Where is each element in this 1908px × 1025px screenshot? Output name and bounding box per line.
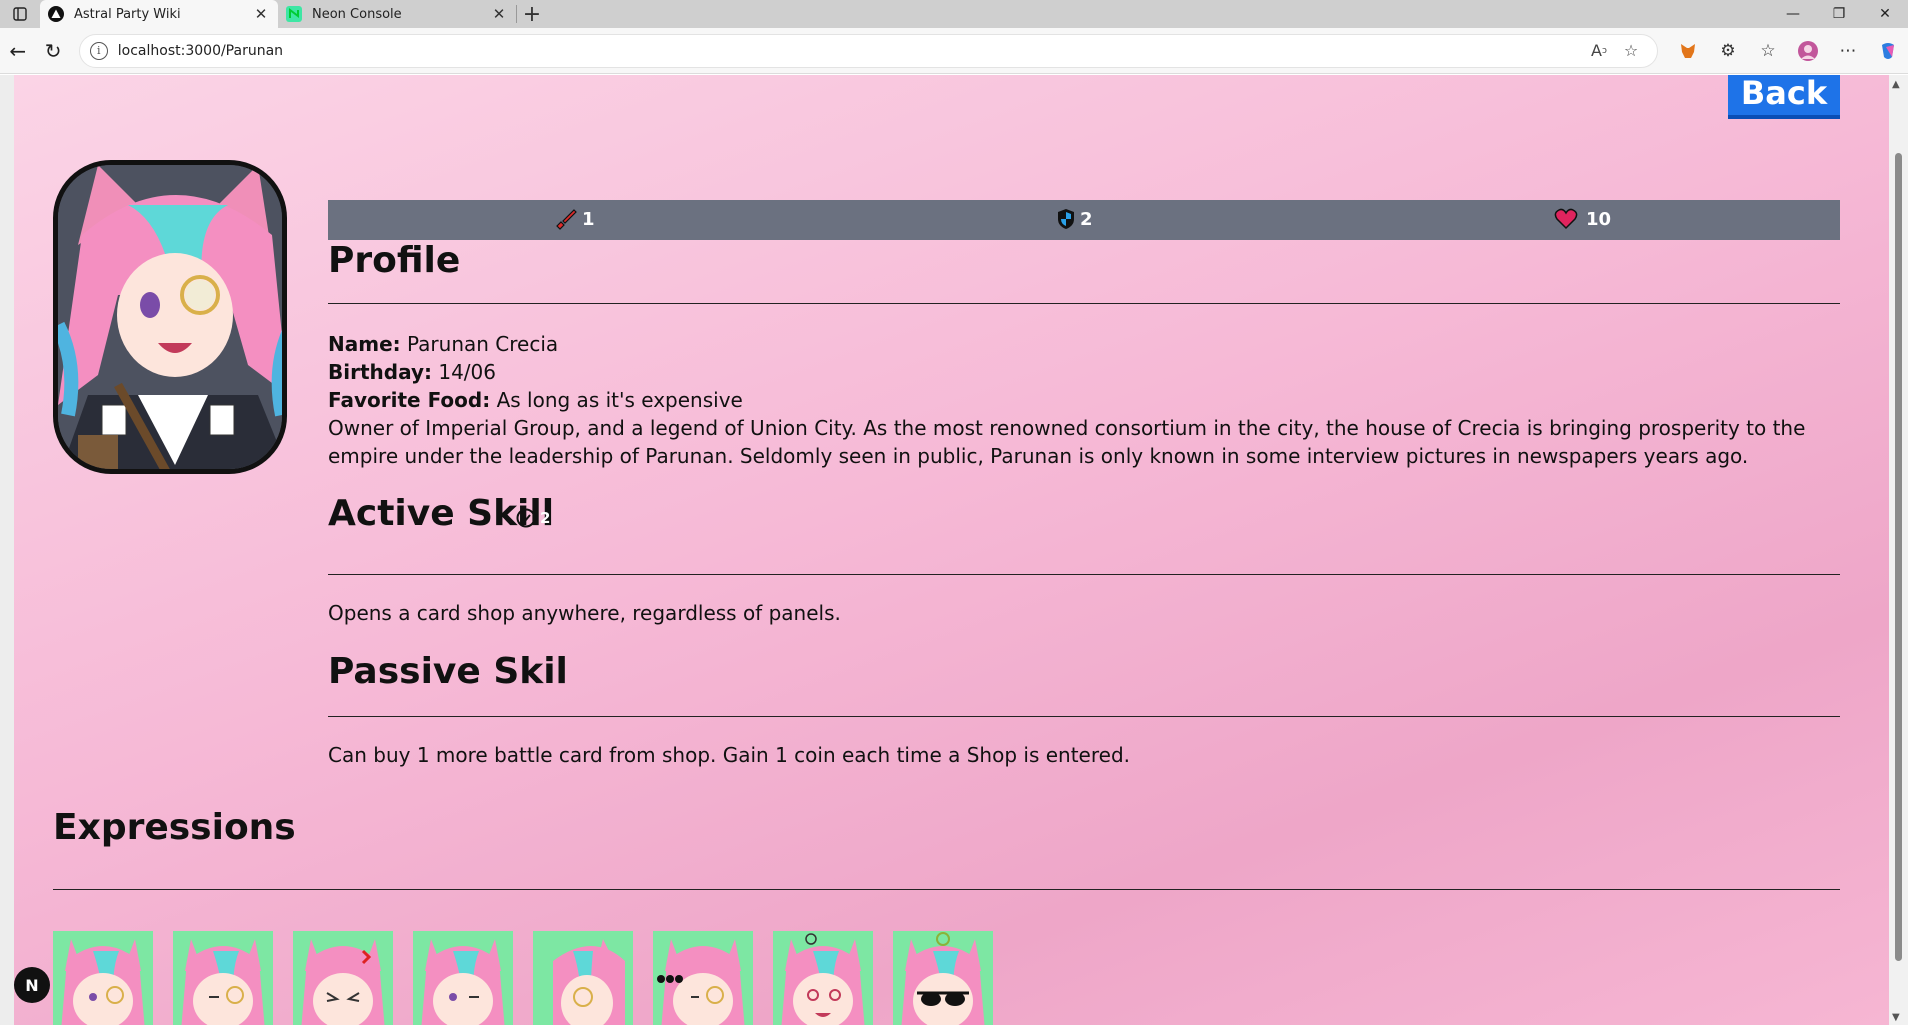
triangle-logo-icon bbox=[48, 6, 64, 22]
more-menu-icon[interactable]: ⋯ bbox=[1828, 34, 1868, 68]
profile-heading: Profile bbox=[328, 240, 461, 281]
toolbar-extensions: ⚙ ☆ ⋯ bbox=[1668, 34, 1908, 68]
food-label: Favorite Food: bbox=[328, 388, 491, 412]
tab-neon-console[interactable]: Neon Console ✕ bbox=[278, 0, 516, 28]
expression-thumbnail[interactable] bbox=[173, 931, 273, 1025]
passive-skill-heading: Passive Skil bbox=[328, 651, 568, 692]
back-button[interactable]: Back bbox=[1728, 75, 1840, 119]
tab-actions-icon[interactable] bbox=[0, 0, 40, 28]
cooldown-clock-icon bbox=[516, 508, 536, 528]
defense-value: 2 bbox=[1080, 208, 1093, 230]
restore-button[interactable]: ❐ bbox=[1816, 0, 1862, 28]
profile-description: Owner of Imperial Group, and a legend of… bbox=[328, 416, 1806, 468]
expression-thumbnail[interactable] bbox=[653, 931, 753, 1025]
tab-astral-party-wiki[interactable]: Astral Party Wiki ✕ bbox=[40, 0, 278, 28]
birthday-line: Birthday: 14/06 bbox=[328, 358, 1840, 386]
expression-thumbnail[interactable] bbox=[773, 931, 873, 1025]
defense-stat: 2 bbox=[1056, 208, 1093, 230]
character-page: Back 1 2 10 Profile Name: Parunan Crecia… bbox=[14, 75, 1889, 1025]
expression-thumbnail[interactable] bbox=[533, 931, 633, 1025]
stat-bar: 1 2 10 bbox=[328, 200, 1840, 240]
minimize-button[interactable]: — bbox=[1770, 0, 1816, 28]
shield-icon bbox=[1058, 209, 1074, 229]
browser-toolbar: ← ↻ i localhost:3000/Parunan Aↄ ☆ ⚙ ☆ ⋯ bbox=[0, 28, 1908, 74]
attack-value: 1 bbox=[582, 208, 595, 230]
back-arrow-icon[interactable]: ← bbox=[0, 33, 35, 69]
active-skill-text: Opens a card shop anywhere, regardless o… bbox=[328, 601, 841, 625]
favorites-icon[interactable]: ☆ bbox=[1748, 34, 1788, 68]
metamask-fox-icon[interactable] bbox=[1668, 34, 1708, 68]
url-text[interactable]: localhost:3000/Parunan bbox=[118, 43, 1583, 59]
profile-details: Name: Parunan Crecia Birthday: 14/06 Fav… bbox=[328, 330, 1840, 470]
tab-title: Astral Party Wiki bbox=[74, 6, 181, 22]
close-tab-icon[interactable]: ✕ bbox=[490, 5, 508, 23]
expression-thumbnail[interactable] bbox=[413, 931, 513, 1025]
favorite-star-icon[interactable]: ☆ bbox=[1615, 41, 1647, 60]
tab-title: Neon Console bbox=[312, 6, 402, 22]
health-value: 10 bbox=[1586, 208, 1612, 230]
extensions-puzzle-icon[interactable]: ⚙ bbox=[1708, 34, 1748, 68]
scroll-up-icon[interactable]: ▲ bbox=[1892, 79, 1900, 90]
close-window-button[interactable]: ✕ bbox=[1862, 0, 1908, 28]
health-stat: 10 bbox=[1554, 208, 1611, 230]
expressions-gallery bbox=[53, 931, 993, 1025]
name-label: Name: bbox=[328, 332, 401, 356]
birthday-value: 14/06 bbox=[432, 360, 496, 384]
browser-tab-bar: Astral Party Wiki ✕ Neon Console ✕ + — ❐… bbox=[0, 0, 1908, 28]
neon-logo-icon bbox=[286, 6, 302, 22]
scrollbar-thumb[interactable] bbox=[1895, 153, 1902, 961]
passive-skill-text: Can buy 1 more battle card from shop. Ga… bbox=[328, 743, 1130, 767]
reload-icon[interactable]: ↻ bbox=[35, 33, 70, 69]
new-tab-button[interactable]: + bbox=[517, 0, 547, 28]
expression-thumbnail[interactable] bbox=[293, 931, 393, 1025]
profile-avatar-icon[interactable] bbox=[1788, 34, 1828, 68]
page-viewport: Back 1 2 10 Profile Name: Parunan Crecia… bbox=[0, 75, 1908, 1025]
cooldown-indicator: 2 bbox=[515, 507, 550, 529]
scroll-down-icon[interactable]: ▼ bbox=[1892, 1012, 1900, 1023]
window-controls: — ❐ ✕ bbox=[1770, 0, 1908, 28]
dev-tools-badge[interactable]: N bbox=[14, 967, 50, 1003]
character-portrait bbox=[53, 160, 287, 474]
passive-skill-divider bbox=[328, 716, 1840, 717]
food-line: Favorite Food: As long as it's expensive bbox=[328, 386, 1840, 414]
sword-icon bbox=[556, 209, 577, 230]
site-info-icon[interactable]: i bbox=[89, 41, 108, 60]
birthday-label: Birthday: bbox=[328, 360, 432, 384]
active-skill-divider bbox=[328, 574, 1840, 575]
food-value: As long as it's expensive bbox=[490, 388, 743, 412]
profile-divider bbox=[328, 303, 1840, 304]
expressions-divider bbox=[53, 889, 1840, 890]
name-value: Parunan Crecia bbox=[400, 332, 559, 356]
close-tab-icon[interactable]: ✕ bbox=[252, 5, 270, 23]
address-bar[interactable]: i localhost:3000/Parunan Aↄ ☆ bbox=[78, 33, 1658, 68]
cooldown-value: 2 bbox=[540, 509, 551, 527]
heart-icon bbox=[1554, 208, 1578, 230]
expressions-heading: Expressions bbox=[53, 807, 296, 848]
name-line: Name: Parunan Crecia bbox=[328, 330, 1840, 358]
expression-thumbnail[interactable] bbox=[893, 931, 993, 1025]
expression-thumbnail[interactable] bbox=[53, 931, 153, 1025]
read-aloud-icon[interactable]: Aↄ bbox=[1583, 41, 1615, 60]
attack-stat: 1 bbox=[556, 208, 595, 230]
copilot-icon[interactable] bbox=[1868, 34, 1908, 68]
page-scrollbar[interactable]: ▲ ▼ bbox=[1889, 75, 1908, 1025]
